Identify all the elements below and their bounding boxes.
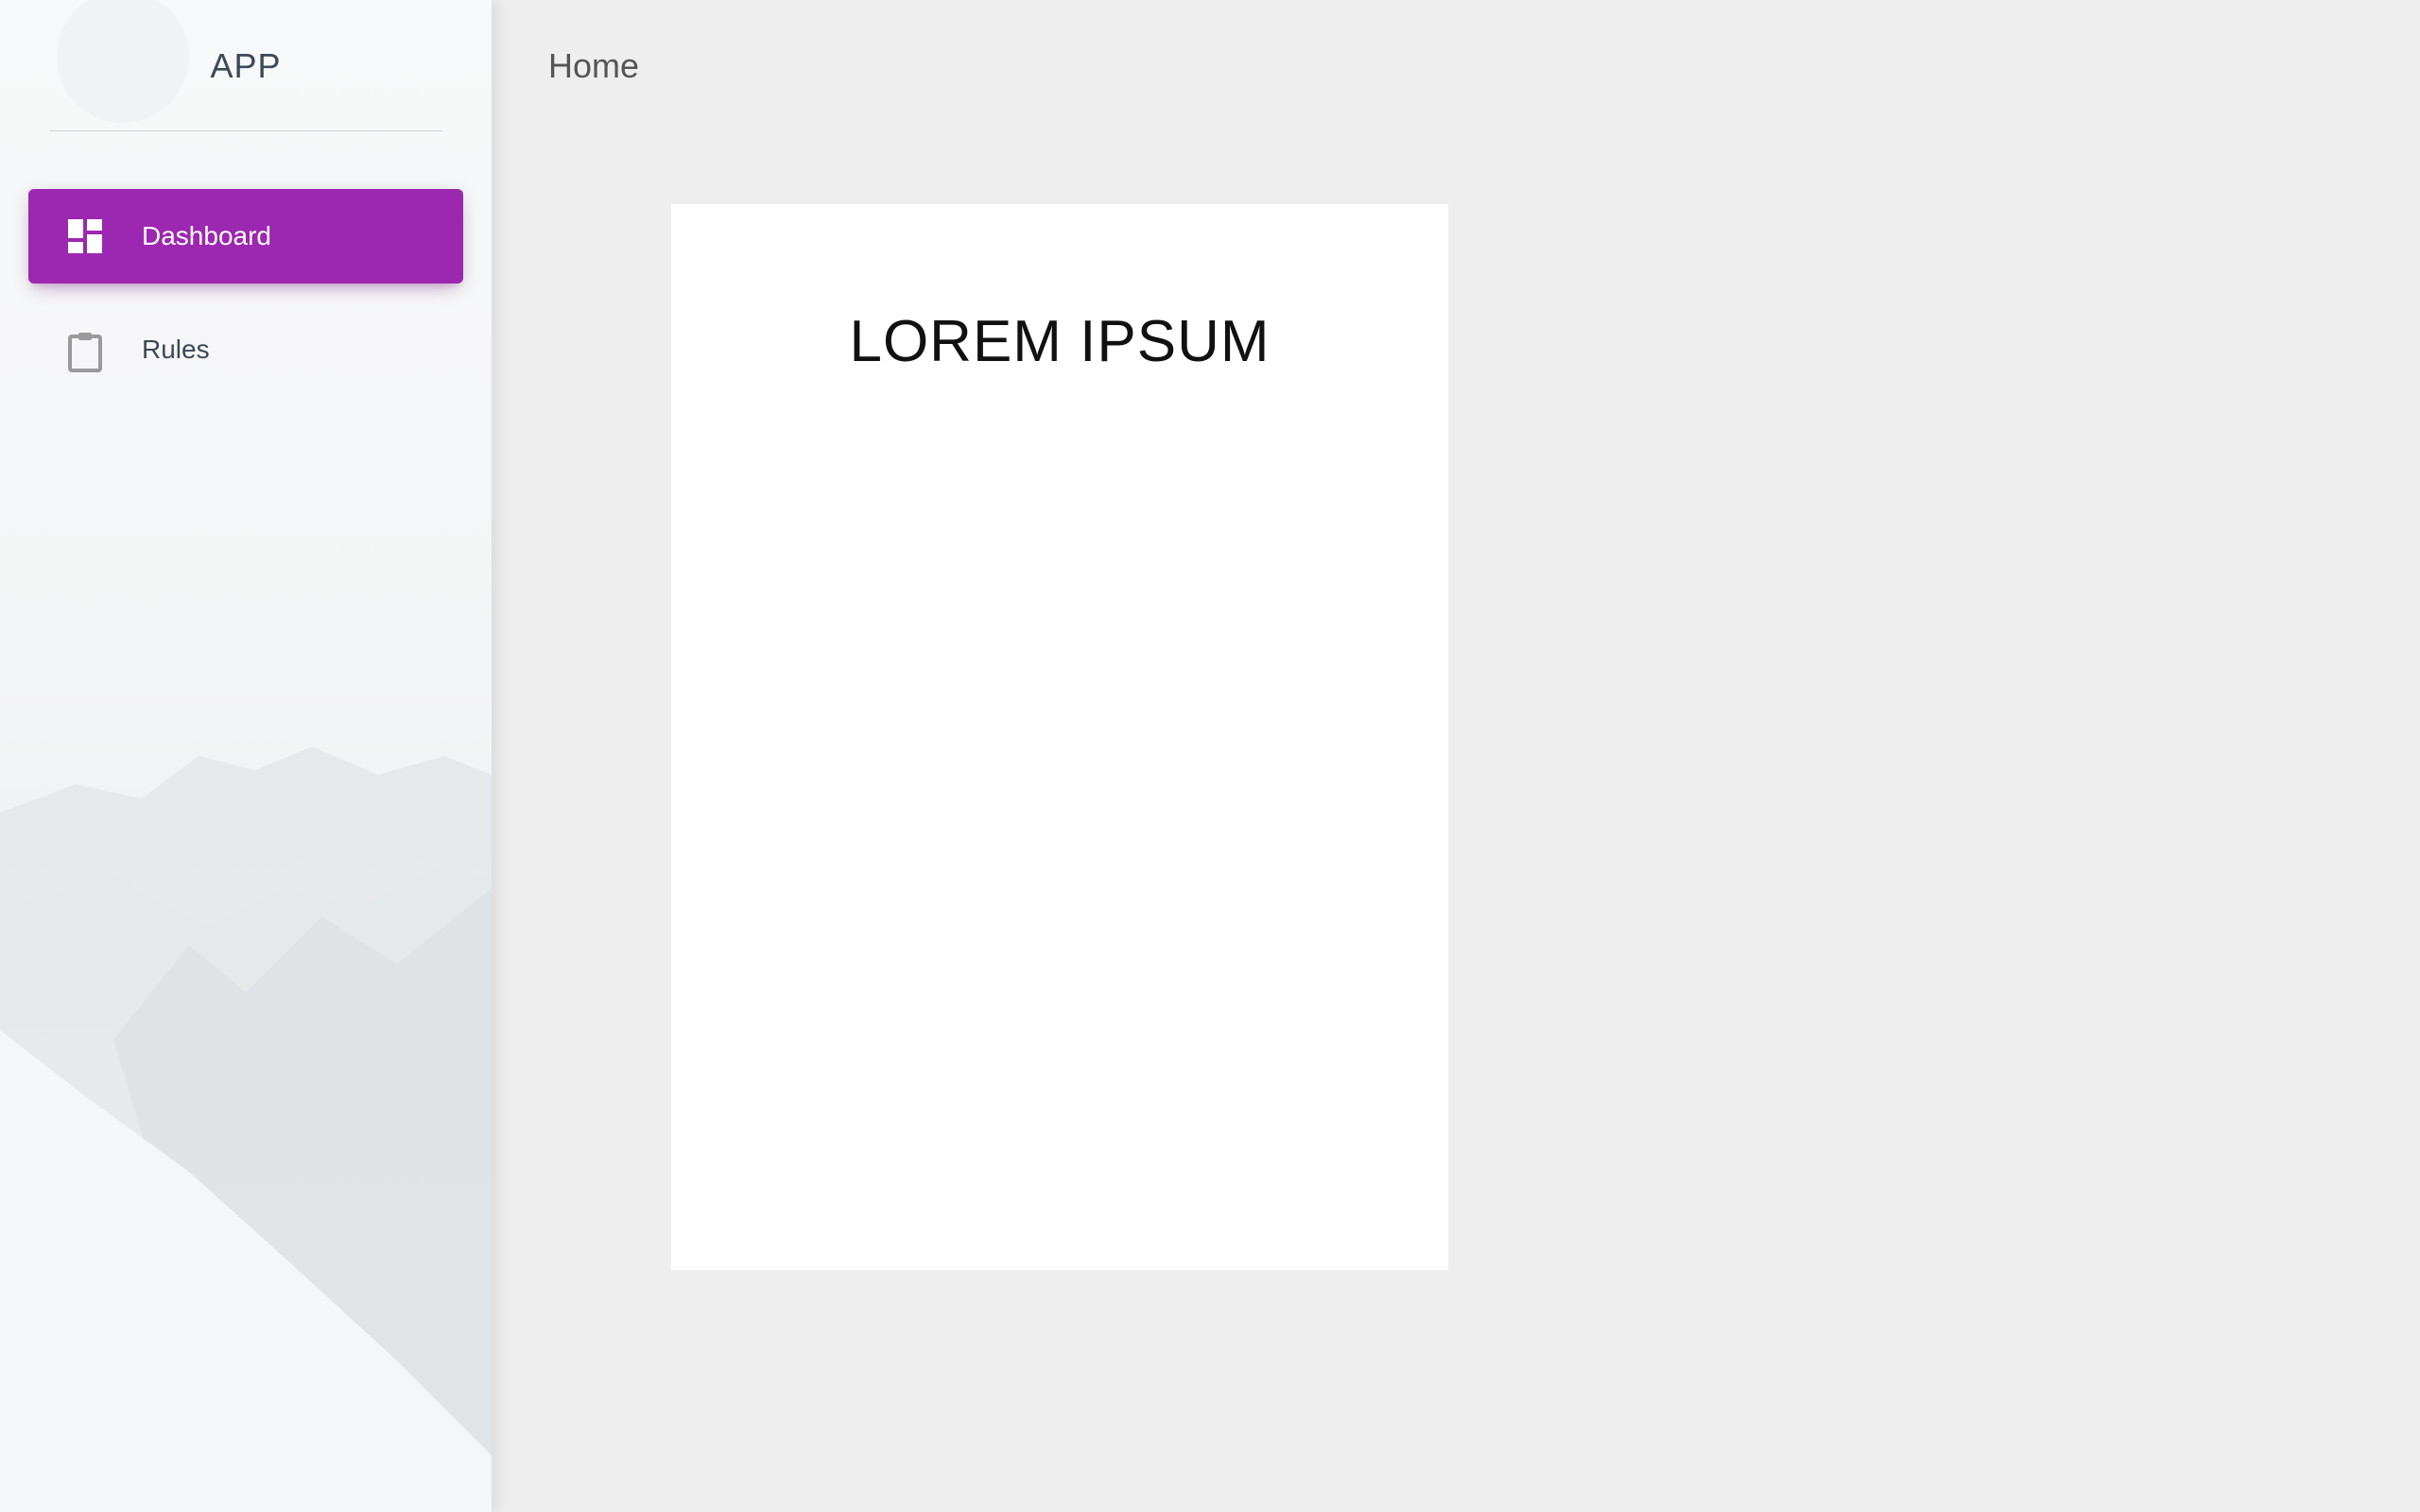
sidebar-nav: Dashboard Rules	[28, 189, 463, 416]
main-content: Home LOREM IPSUM	[492, 0, 2420, 1512]
sidebar-item-dashboard[interactable]: Dashboard	[28, 189, 463, 284]
sidebar-item-label: Dashboard	[142, 221, 271, 250]
dashboard-icon	[66, 217, 104, 255]
app-root: APP Dashboard Rules Home LOREM IPSUM	[0, 0, 2420, 1512]
content-card: LOREM IPSUM	[671, 204, 1448, 1270]
app-logo[interactable]: APP	[0, 38, 492, 94]
clipboard-icon	[66, 331, 104, 372]
card-title: LOREM IPSUM	[849, 309, 1270, 374]
sidebar-item-label: Rules	[142, 335, 210, 364]
logo-divider	[49, 130, 442, 131]
sidebar-item-rules[interactable]: Rules	[28, 302, 463, 397]
sidebar: APP Dashboard Rules	[0, 0, 492, 1512]
page-title[interactable]: Home	[548, 38, 639, 94]
